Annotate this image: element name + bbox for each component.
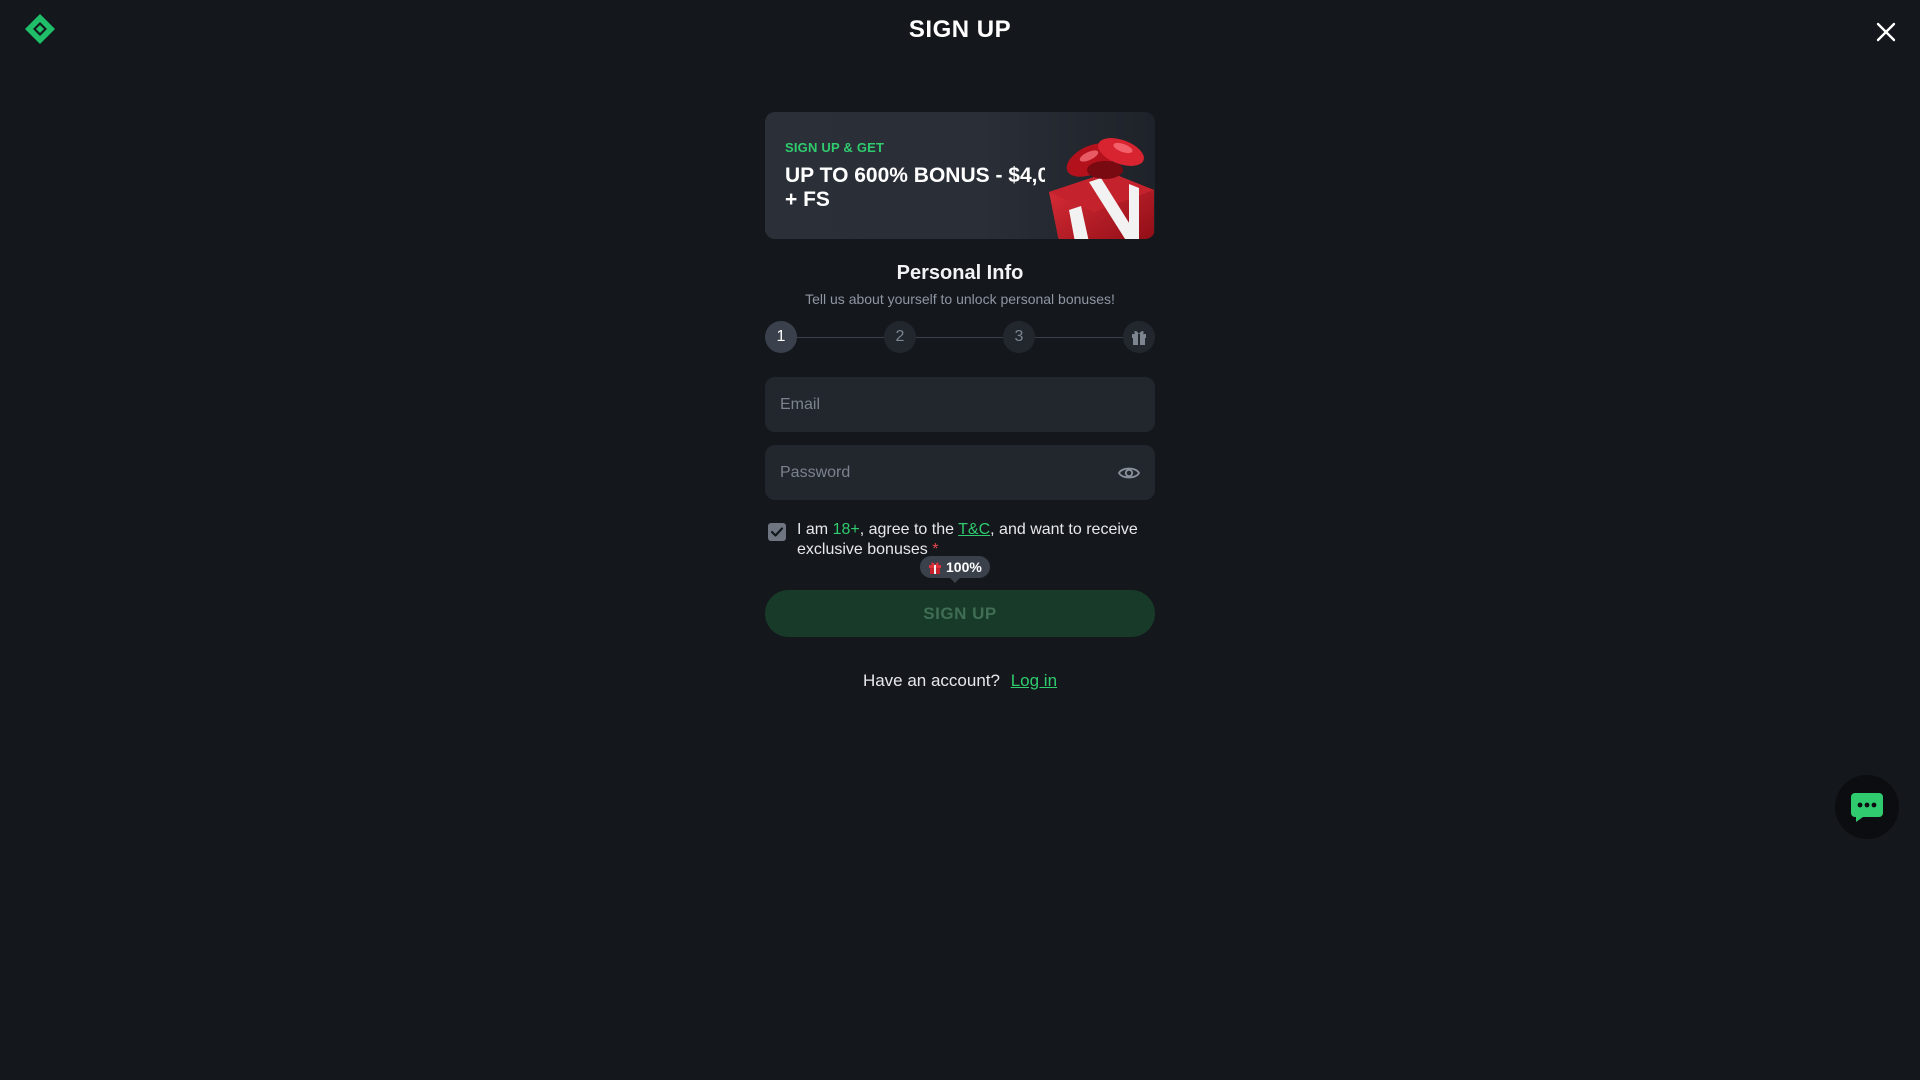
step-2: 2 [884,321,916,353]
consent-middle: , agree to the [859,521,959,538]
signup-button[interactable]: SIGN UP [765,590,1155,637]
banner-headline: UP TO 600% BONUS - $4,0 [785,164,1045,187]
consent-row: I am 18+, agree to the T&C, and want to … [765,520,1155,560]
section-subtitle: Tell us about yourself to unlock persona… [805,291,1115,307]
signup-form: SIGN UP & GET UP TO 600% BONUS - $4,0 + … [765,112,1155,691]
banner-kicker: SIGN UP & GET [785,140,885,155]
step-connector [1035,337,1123,338]
step-connector [916,337,1003,338]
gift-icon [929,562,941,574]
page-title: SIGN UP [908,16,1012,43]
consent-checkbox[interactable] [768,523,786,541]
consent-text: I am 18+, agree to the T&C, and want to … [797,520,1155,560]
bonus-banner: SIGN UP & GET UP TO 600% BONUS - $4,0 + … [765,112,1155,239]
step-3: 3 [1003,321,1035,353]
email-field[interactable] [765,377,1155,432]
close-icon [1876,22,1896,42]
login-link[interactable]: Log in [1011,671,1057,690]
banner-headline-line2: + FS [785,188,830,211]
terms-link[interactable]: T&C [958,521,990,538]
signup-page: SIGN UP SIGN UP & GET UP TO 600% BONUS -… [0,0,1920,1080]
bonus-badge: 100% [920,556,990,583]
bonus-badge-label: 100% [946,559,982,575]
step-connector [797,337,884,338]
step-1: 1 [765,321,797,353]
chat-button[interactable] [1835,775,1899,839]
checkmark-icon [770,527,784,537]
email-input[interactable] [765,377,1155,432]
age-requirement: 18+ [832,521,860,538]
eye-icon[interactable] [1117,461,1141,485]
password-input[interactable] [765,445,1155,500]
step-progress: 1 2 3 [765,321,1155,353]
consent-prefix: I am [797,521,833,538]
close-button[interactable] [1872,18,1900,46]
gift-box-icon [1049,138,1154,239]
section-title: Personal Info [896,262,1024,284]
gift-icon [1132,330,1146,345]
password-field[interactable] [765,445,1155,500]
login-prompt-row: Have an account? Log in [765,671,1155,691]
step-reward [1123,321,1155,353]
login-prompt: Have an account? [862,671,1000,690]
chat-bubble-icon [1851,793,1883,822]
